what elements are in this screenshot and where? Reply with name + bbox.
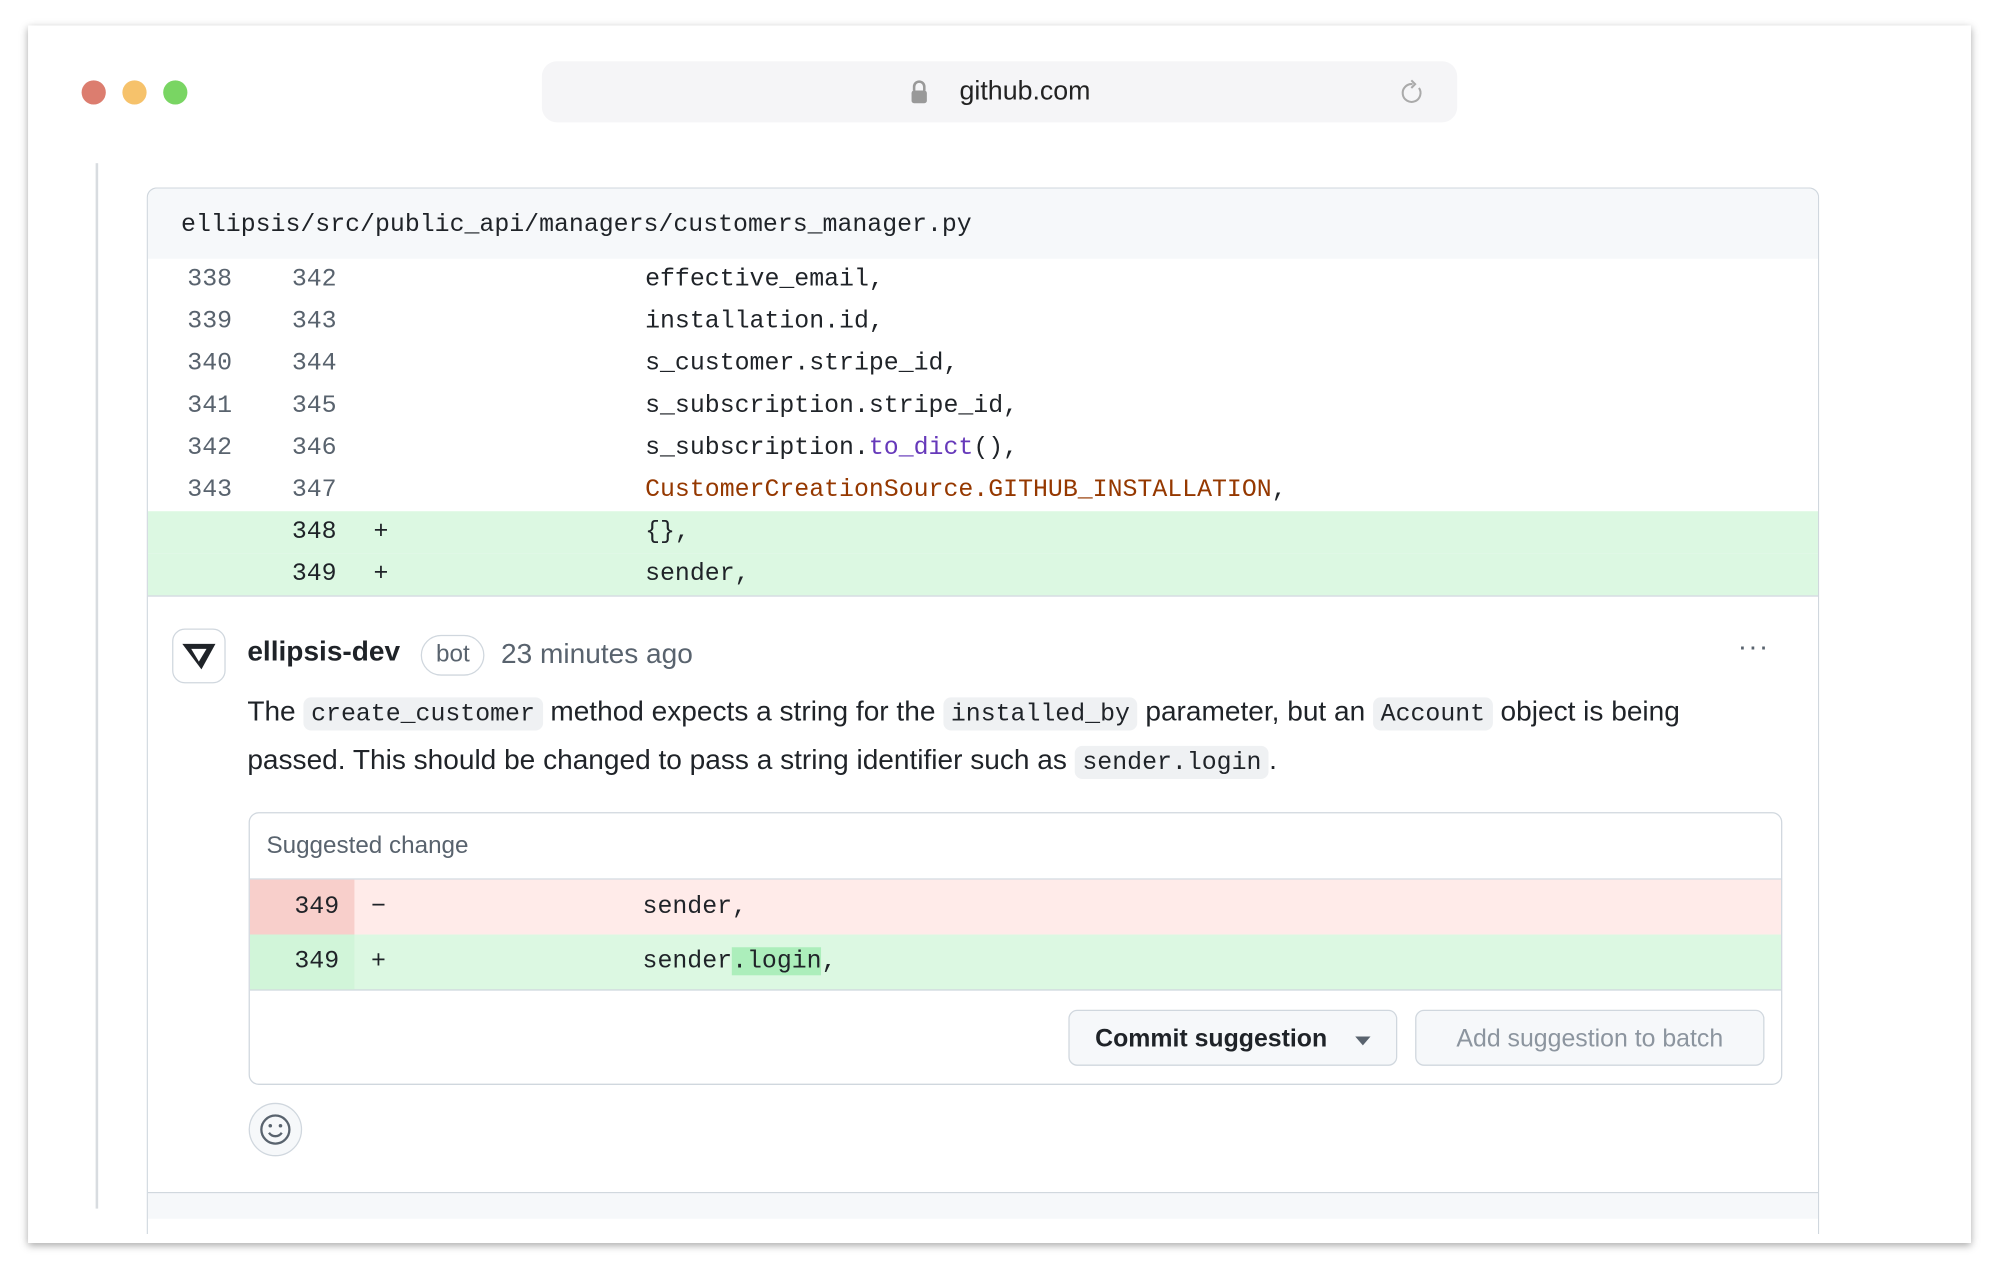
divider bbox=[148, 595, 1818, 596]
new-line-number[interactable]: 344 bbox=[250, 343, 337, 385]
code-line: sender.login, bbox=[643, 935, 837, 990]
file-path: ellipsis/src/public_api/managers/custome… bbox=[148, 189, 1818, 259]
url-text: github.com bbox=[542, 76, 1457, 107]
remove-sign: − bbox=[371, 880, 386, 935]
suggested-change-title: Suggested change bbox=[250, 813, 1781, 879]
diff-row: 338 342 effective_email, bbox=[148, 259, 1818, 301]
maximize-window-button[interactable] bbox=[163, 80, 187, 104]
suggestion-deleted-row: 349− sender, bbox=[250, 880, 1781, 935]
diff-row: 340 344 s_customer.stripe_id, bbox=[148, 343, 1818, 385]
code-line: s_subscription.stripe_id, bbox=[645, 385, 1018, 427]
code-function: to_dict bbox=[869, 433, 973, 461]
code-line: effective_email, bbox=[645, 259, 884, 301]
button-label: Commit suggestion bbox=[1095, 1025, 1327, 1053]
new-line-number[interactable]: 348 bbox=[250, 511, 337, 553]
add-sign: + bbox=[371, 935, 386, 990]
diff-row: 342 346 s_subscription.to_dict(), bbox=[148, 427, 1818, 469]
code-line: sender, bbox=[643, 880, 747, 935]
comment-timestamp[interactable]: 23 minutes ago bbox=[501, 637, 693, 670]
inline-code: create_customer bbox=[303, 697, 542, 730]
reload-icon[interactable] bbox=[1400, 78, 1425, 106]
suggested-change: Suggested change 349− sender, 349 + sender.… bbox=[249, 812, 1783, 1085]
code-highlight: .login bbox=[732, 947, 822, 975]
code-text: , bbox=[822, 947, 837, 975]
suggestion-inserted-row: 349 + sender.login, bbox=[250, 935, 1781, 991]
address-bar[interactable]: github.com bbox=[542, 61, 1457, 122]
code-text: , bbox=[1272, 476, 1287, 504]
avatar[interactable] bbox=[172, 629, 226, 684]
bot-badge: bot bbox=[421, 635, 485, 676]
old-line-number[interactable]: 342 bbox=[148, 427, 232, 469]
smiley-icon bbox=[250, 1104, 301, 1155]
code-line: {}, bbox=[645, 511, 690, 553]
add-sign: + bbox=[374, 553, 389, 595]
code-line: s_customer.stripe_id, bbox=[645, 343, 958, 385]
diff-row: 343 347 CustomerCreationSource.GITHUB_INST… bbox=[148, 469, 1818, 511]
code-line: sender, bbox=[645, 553, 749, 595]
old-line-number[interactable]: 341 bbox=[148, 385, 232, 427]
new-line-number[interactable]: 343 bbox=[250, 301, 337, 343]
code-line: s_subscription.to_dict(), bbox=[645, 427, 1018, 469]
new-line-number[interactable]: 345 bbox=[250, 385, 337, 427]
text: method expects a string for the bbox=[543, 695, 944, 727]
diff-row: 341 345 s_subscription.stripe_id, bbox=[148, 385, 1818, 427]
commit-suggestion-button[interactable]: Commit suggestion bbox=[1068, 1010, 1397, 1066]
line-number: 349 bbox=[250, 880, 355, 935]
old-line-number[interactable]: 339 bbox=[148, 301, 232, 343]
new-line-number[interactable]: 342 bbox=[250, 259, 337, 301]
code-text: sender bbox=[643, 947, 733, 975]
ellipsis-logo-icon bbox=[173, 630, 224, 682]
code-text: (), bbox=[973, 433, 1018, 461]
code-constant: CustomerCreationSource.GITHUB_INSTALLATI… bbox=[645, 476, 1272, 504]
inline-code: sender.login bbox=[1075, 746, 1269, 779]
minimize-window-button[interactable] bbox=[122, 80, 146, 104]
text: The bbox=[247, 695, 303, 727]
add-reaction-button[interactable] bbox=[249, 1103, 303, 1157]
diff-row-added: 349 + sender, bbox=[148, 553, 1818, 595]
comment-author[interactable]: ellipsis-dev bbox=[247, 635, 400, 668]
add-suggestion-to-batch-button[interactable]: Add suggestion to batch bbox=[1415, 1010, 1764, 1066]
diff-row-added: 348 + {}, bbox=[148, 511, 1818, 553]
new-line-number[interactable]: 349 bbox=[250, 553, 337, 595]
comment-body: The create_customer method expects a str… bbox=[247, 688, 1783, 785]
add-sign: + bbox=[374, 511, 389, 553]
caret-down-icon bbox=[1355, 1036, 1370, 1045]
text: parameter, but an bbox=[1138, 695, 1373, 727]
more-options-button[interactable]: ··· bbox=[1738, 630, 1770, 663]
inline-code: Account bbox=[1373, 697, 1493, 730]
old-line-number[interactable]: 343 bbox=[148, 469, 232, 511]
close-window-button[interactable] bbox=[82, 80, 106, 104]
code-line: CustomerCreationSource.GITHUB_INSTALLATI… bbox=[645, 469, 1287, 511]
inline-code: installed_by bbox=[943, 697, 1137, 730]
diff-row: 339 343 installation.id, bbox=[148, 301, 1818, 343]
old-line-number[interactable]: 340 bbox=[148, 343, 232, 385]
code-text: s_subscription. bbox=[645, 433, 869, 461]
new-line-number[interactable]: 347 bbox=[250, 469, 337, 511]
code-line: installation.id, bbox=[645, 301, 884, 343]
diff-file: ellipsis/src/public_api/managers/custome… bbox=[147, 187, 1820, 1234]
old-line-number[interactable]: 338 bbox=[148, 259, 232, 301]
text: . bbox=[1269, 743, 1277, 775]
line-number: 349 bbox=[250, 935, 355, 990]
timeline-line bbox=[96, 163, 99, 1208]
diff-lines: 338 342 effective_email, 339 343 installatio… bbox=[148, 259, 1818, 596]
new-line-number[interactable]: 346 bbox=[250, 427, 337, 469]
reply-area bbox=[148, 1193, 1818, 1218]
